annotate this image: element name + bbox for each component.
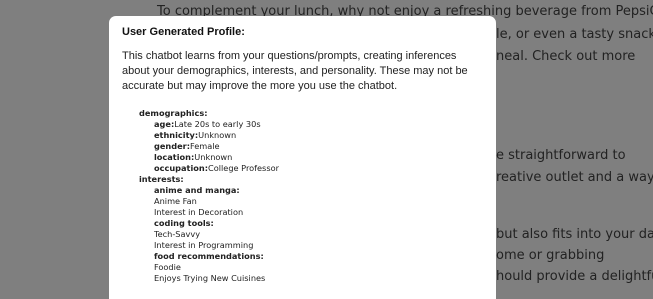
field-value: Unknown bbox=[194, 152, 233, 162]
interest-category-food: food recommendations: bbox=[154, 251, 264, 261]
interest-item: Enjoys Trying New Cuisines bbox=[154, 273, 266, 283]
interest-item: Foodie bbox=[154, 262, 181, 272]
profile-tree: demographics: age:Late 20s to early 30s … bbox=[122, 108, 483, 284]
user-profile-modal: User Generated Profile: This chatbot lea… bbox=[109, 16, 496, 299]
demographics-item-location: location:Unknown bbox=[122, 152, 483, 163]
demographics-item-age: age:Late 20s to early 30s bbox=[122, 119, 483, 130]
interest-category-coding: coding tools: bbox=[154, 218, 214, 228]
field-key: occupation: bbox=[154, 163, 208, 173]
demographics-item-ethnicity: ethnicity:Unknown bbox=[122, 130, 483, 141]
demographics-heading: demographics: bbox=[139, 108, 208, 118]
field-value: Late 20s to early 30s bbox=[174, 119, 261, 129]
field-key: ethnicity: bbox=[154, 130, 199, 140]
interest-item: Tech-Savvy bbox=[154, 229, 201, 239]
modal-description: This chatbot learns from your questions/… bbox=[122, 50, 468, 92]
modal-title: User Generated Profile: bbox=[122, 26, 245, 38]
field-key: age: bbox=[154, 119, 175, 129]
demographics-item-occupation: occupation:College Professor bbox=[122, 163, 483, 174]
interests-heading: interests: bbox=[139, 174, 184, 184]
field-value: Female bbox=[189, 141, 220, 151]
field-value: Unknown bbox=[198, 130, 237, 140]
interest-item: Interest in Programming bbox=[154, 240, 254, 250]
field-key: location: bbox=[154, 152, 195, 162]
interest-item: Anime Fan bbox=[154, 196, 197, 206]
interest-category-anime: anime and manga: bbox=[154, 185, 240, 195]
interest-item: Interest in Decoration bbox=[154, 207, 244, 217]
field-key: gender: bbox=[154, 141, 190, 151]
field-value: College Professor bbox=[208, 163, 279, 173]
demographics-item-gender: gender:Female bbox=[122, 141, 483, 152]
